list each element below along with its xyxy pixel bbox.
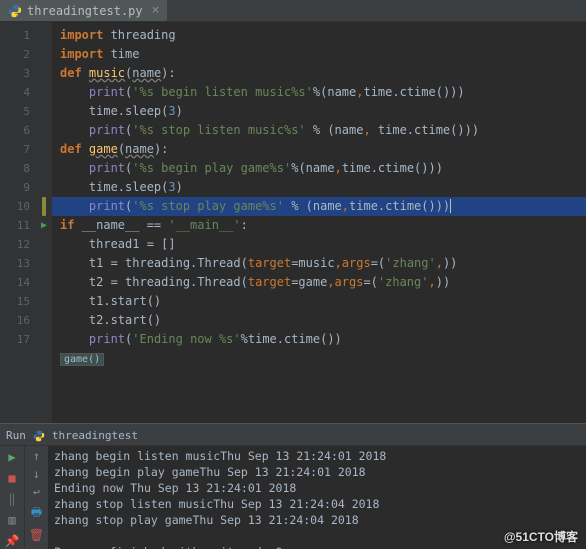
- editor-tab-bar: threadingtest.py ×: [0, 0, 586, 22]
- rerun-button[interactable]: ▶: [3, 449, 21, 466]
- run-left-toolbar-2: ↑ ↓ ↩ 🖶 🗑: [24, 446, 48, 549]
- python-file-icon: [8, 4, 22, 18]
- up-button[interactable]: ↑: [33, 449, 40, 463]
- run-label: Run: [6, 429, 26, 442]
- pin-button[interactable]: 📌: [3, 532, 21, 549]
- close-icon[interactable]: ×: [152, 3, 160, 18]
- file-tab[interactable]: threadingtest.py ×: [0, 0, 167, 21]
- gutter-icons: ▶: [36, 22, 52, 423]
- tab-filename: threadingtest.py: [27, 4, 143, 18]
- python-run-icon: [32, 429, 46, 443]
- line-number-gutter: 1234567891011121314151617: [0, 22, 36, 423]
- layout-button[interactable]: ▥: [3, 511, 21, 528]
- trash-button[interactable]: 🗑: [29, 528, 44, 542]
- code-editor[interactable]: 1234567891011121314151617 ▶ import threa…: [0, 22, 586, 423]
- code-area[interactable]: import threadingimport timedef music(nam…: [52, 22, 586, 423]
- run-toolwindow-header[interactable]: Run threadingtest: [0, 426, 586, 446]
- wrap-button[interactable]: ↩: [33, 485, 40, 499]
- run-config-name: threadingtest: [52, 429, 138, 442]
- run-left-toolbar: ▶ ■ ‖ ▥ 📌: [0, 446, 24, 549]
- print-button[interactable]: 🖶: [31, 503, 42, 524]
- down-button[interactable]: ↓: [33, 467, 40, 481]
- watermark: @51CTO博客: [504, 528, 578, 545]
- stop-button[interactable]: ■: [3, 470, 21, 487]
- pause-button[interactable]: ‖: [3, 491, 21, 508]
- run-console: ▶ ■ ‖ ▥ 📌 ↑ ↓ ↩ 🖶 🗑 zhang begin listen m…: [0, 446, 586, 549]
